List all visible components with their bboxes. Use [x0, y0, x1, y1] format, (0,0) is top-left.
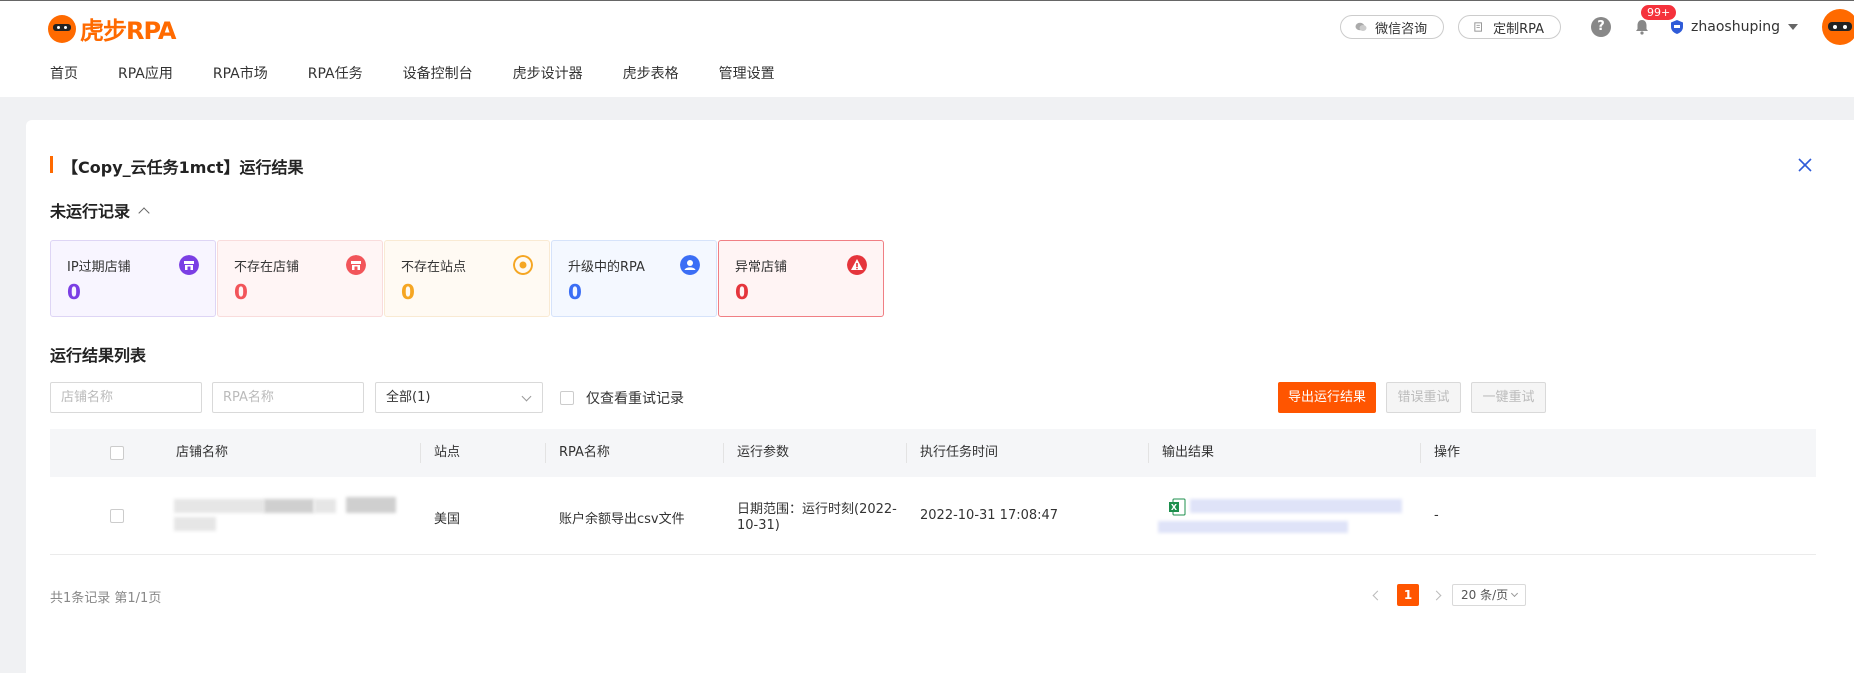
stat-value: 0	[67, 280, 81, 304]
table-row: 美国 账户余额导出csv文件 日期范围：运行时刻(2022- 10-31) 20…	[50, 477, 1816, 555]
username: zhaoshuping	[1691, 19, 1780, 35]
wechat-consult-label: 微信咨询	[1375, 21, 1428, 37]
stat-label: IP过期店铺	[67, 260, 131, 275]
stat-card-ip-expired[interactable]: IP过期店铺 0	[50, 240, 216, 317]
shield-icon	[1671, 20, 1684, 34]
edit-icon	[1474, 22, 1483, 32]
nav-item-device-console[interactable]: 设备控制台	[403, 63, 473, 83]
store-icon	[179, 255, 199, 275]
row-site: 美国	[434, 512, 461, 527]
status-select-value: 全部(1)	[386, 390, 431, 405]
excel-file-icon: X	[1169, 498, 1186, 516]
stat-label: 升级中的RPA	[568, 260, 645, 275]
row-rpa-name: 账户余额导出csv文件	[559, 512, 685, 527]
stat-label: 异常店铺	[735, 260, 788, 275]
title-accent-bar	[50, 156, 53, 173]
next-page-icon[interactable]	[1431, 590, 1442, 600]
col-site: 站点	[434, 445, 461, 460]
chevron-up-icon	[138, 206, 150, 219]
prev-page-icon[interactable]	[1372, 590, 1383, 600]
custom-rpa-button[interactable]: 定制RPA	[1458, 15, 1562, 39]
main-nav: 首页 RPA应用 RPA市场 RPA任务 设备控制台 虎步设计器 虎步表格 管理…	[50, 63, 815, 83]
chevron-down-icon	[521, 391, 532, 402]
row-exec-time: 2022-10-31 17:08:47	[920, 508, 1059, 523]
results-list-title: 运行结果列表	[50, 346, 147, 365]
panel-title: 【Copy_云任务1mct】运行结果	[62, 158, 304, 177]
nav-item-rpa-market[interactable]: RPA市场	[213, 63, 268, 83]
close-icon[interactable]	[1796, 156, 1814, 174]
brand-logo[interactable]: 虎步RPA	[48, 11, 176, 46]
notification-button[interactable]: 99+	[1633, 5, 1677, 37]
store-icon	[346, 255, 366, 275]
one-click-retry-button[interactable]: 一键重试	[1471, 382, 1546, 413]
wechat-icon	[1355, 22, 1367, 31]
stat-label: 不存在站点	[401, 260, 467, 275]
svg-text:X: X	[1171, 503, 1178, 512]
warning-icon	[847, 255, 867, 275]
row-params-line2: 10-31)	[737, 518, 780, 533]
shop-name-input[interactable]: 店铺名称	[50, 382, 202, 413]
checkbox-box[interactable]	[560, 391, 574, 405]
col-actions: 操作	[1434, 445, 1461, 460]
tiger-mascot-icon	[48, 14, 76, 43]
nav-item-home[interactable]: 首页	[50, 63, 78, 83]
rpa-icon	[680, 255, 700, 275]
page-size-select[interactable]: 20 条/页	[1452, 584, 1526, 606]
retry-only-checkbox[interactable]: 仅查看重试记录	[560, 388, 684, 408]
chevron-down-icon	[1510, 589, 1519, 598]
table-header: 店铺名称 站点 RPA名称 运行参数 执行任务时间 输出结果 操作	[50, 429, 1816, 477]
select-all-checkbox[interactable]	[110, 446, 124, 460]
nav-item-rpa-apps[interactable]: RPA应用	[118, 63, 173, 83]
row-params-line1: 日期范围：运行时刻(2022-	[737, 502, 897, 517]
notification-badge: 99+	[1641, 5, 1677, 20]
col-output: 输出结果	[1162, 445, 1215, 460]
stat-value: 0	[568, 280, 582, 304]
logo-suffix: RPA	[126, 17, 176, 45]
not-run-section-title: 未运行记录	[50, 202, 131, 221]
user-menu[interactable]: zhaoshuping	[1671, 19, 1798, 35]
custom-rpa-label: 定制RPA	[1493, 21, 1545, 37]
records-summary: 共1条记录 第1/1页	[50, 591, 162, 606]
row-action: -	[1434, 508, 1439, 523]
stat-label: 不存在店铺	[234, 260, 300, 275]
wechat-consult-button[interactable]: 微信咨询	[1340, 15, 1445, 39]
col-run-params: 运行参数	[737, 445, 790, 460]
run-results-panel: 【Copy_云任务1mct】运行结果 未运行记录 IP过期店铺 0 不存在店铺 …	[26, 120, 1854, 673]
stat-value: 0	[234, 280, 248, 304]
error-retry-button[interactable]: 错误重试	[1386, 382, 1461, 413]
top-header: 虎步RPA 微信咨询 定制RPA ? 99+ zhaoshuping 首页 RP…	[0, 0, 1854, 97]
page-size-value: 20 条/页	[1461, 588, 1509, 602]
avatar[interactable]	[1822, 9, 1854, 45]
col-shop-name: 店铺名称	[176, 445, 229, 460]
not-run-section-toggle[interactable]: 未运行记录	[50, 198, 150, 222]
pagination: 1	[1372, 584, 1442, 606]
stat-card-shop-abnormal[interactable]: 异常店铺 0	[718, 240, 884, 317]
stat-card-rpa-upgrading[interactable]: 升级中的RPA 0	[551, 240, 717, 317]
col-rpa-name: RPA名称	[559, 445, 610, 460]
export-results-button[interactable]: 导出运行结果	[1278, 382, 1376, 413]
nav-item-designer[interactable]: 虎步设计器	[513, 63, 583, 83]
nav-item-sheets[interactable]: 虎步表格	[623, 63, 679, 83]
status-select[interactable]: 全部(1)	[375, 382, 543, 413]
retry-only-label: 仅查看重试记录	[586, 391, 684, 407]
row-checkbox[interactable]	[110, 509, 124, 523]
nav-item-rpa-tasks[interactable]: RPA任务	[308, 63, 363, 83]
logo-text: 虎步	[80, 17, 127, 45]
stat-value: 0	[401, 280, 415, 304]
stat-card-shop-missing[interactable]: 不存在店铺 0	[217, 240, 383, 317]
nav-item-settings[interactable]: 管理设置	[719, 63, 775, 83]
bell-icon	[1636, 20, 1649, 35]
stat-card-site-missing[interactable]: 不存在站点 0	[384, 240, 550, 317]
help-icon[interactable]: ?	[1591, 17, 1612, 37]
col-exec-time: 执行任务时间	[920, 445, 999, 460]
stat-value: 0	[735, 280, 749, 304]
page-1-button[interactable]: 1	[1397, 584, 1419, 606]
header-actions: 微信咨询 定制RPA ? 99+ zhaoshuping	[1340, 5, 1854, 45]
site-icon	[513, 255, 533, 275]
rpa-name-input[interactable]: RPA名称	[212, 382, 364, 413]
caret-down-icon	[1788, 24, 1798, 30]
